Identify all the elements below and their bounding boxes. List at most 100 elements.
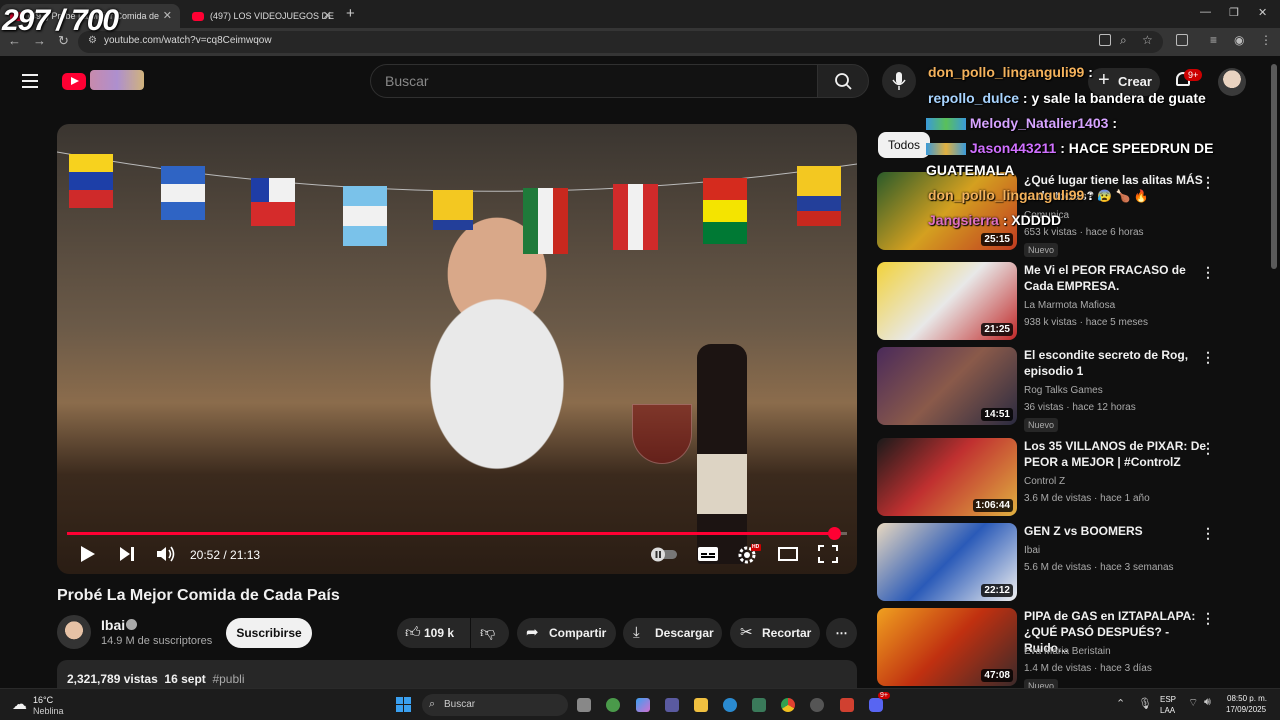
search-button[interactable] [817, 64, 869, 98]
language-code[interactable]: ESP [1160, 695, 1176, 704]
fullscreen-icon[interactable] [817, 544, 839, 564]
weather-icon[interactable]: ☁ [12, 695, 27, 713]
user-avatar[interactable] [1218, 68, 1246, 96]
speaker-icon[interactable]: 🔊︎ [1204, 696, 1211, 709]
youtube-logo-icon[interactable] [62, 73, 86, 90]
dislike-button[interactable]: 👎︎ [471, 618, 509, 648]
progress-bar[interactable] [67, 527, 847, 540]
next-icon[interactable] [117, 544, 137, 564]
video-thumbnail[interactable]: 21:25 [877, 262, 1017, 340]
zoom-icon[interactable]: ⌕ [1120, 33, 1127, 48]
recommended-channel[interactable]: Rog Talks Games [1024, 385, 1103, 396]
chip-all[interactable]: Todos [878, 132, 931, 158]
video-thumbnail[interactable]: 22:12 [877, 523, 1017, 601]
recommended-title[interactable]: Me Vi el PEOR FRACASO de Cada EMPRESA. [1024, 262, 1214, 294]
more-vertical-icon[interactable]: ⋮ [1201, 349, 1215, 366]
video-player[interactable]: 20:52 / 21:13 HD [57, 124, 857, 574]
chevron-up-icon[interactable]: ⌃ [1116, 697, 1125, 710]
recommended-video[interactable]: 14:51 El escondite secreto de Rog, episo… [877, 347, 1267, 432]
more-vertical-icon[interactable]: ⋮ [1201, 174, 1215, 191]
chat-badges-icon [926, 118, 966, 131]
close-window-icon[interactable]: ✕ [1258, 6, 1267, 19]
subtitles-icon[interactable] [697, 544, 719, 564]
clock-time[interactable]: 08:50 p. m. [1227, 694, 1267, 703]
recommended-video[interactable]: 22:12 GEN Z vs BOOMERS Ibai 5.6 M de vis… [877, 523, 1267, 603]
app-icon[interactable] [840, 698, 854, 712]
extensions-icon[interactable] [1176, 34, 1188, 46]
close-tab-icon[interactable]: ✕ [323, 9, 332, 22]
close-tab-icon[interactable]: ✕ [163, 9, 172, 22]
channel-name[interactable]: Ibai [101, 617, 125, 633]
weather-desc[interactable]: Neblina [33, 706, 64, 716]
more-menu-icon[interactable]: ⋮ [1260, 33, 1272, 47]
recommended-title[interactable]: Los 35 VILLANOS de PIXAR: De PEOR a MEJO… [1024, 438, 1214, 470]
share-button[interactable]: ➦ Compartir [517, 618, 616, 648]
recommended-title[interactable]: El escondite secreto de Rog, episodio 1 [1024, 347, 1214, 379]
clip-button[interactable]: ✂ Recortar [730, 618, 820, 648]
recommended-meta: 653 k vistas · hace 6 horas [1024, 227, 1144, 238]
more-vertical-icon[interactable]: ⋮ [1201, 264, 1215, 281]
more-vertical-icon[interactable]: ⋮ [1201, 525, 1215, 542]
video-thumbnail[interactable]: 14:51 [877, 347, 1017, 425]
flag-venezuela [69, 154, 113, 208]
recommended-channel[interactable]: Control Z [1024, 476, 1065, 487]
clock-date[interactable]: 17/09/2025 [1226, 705, 1266, 714]
recommended-meta: 5.6 M de vistas · hace 3 semanas [1024, 562, 1174, 573]
language-layout[interactable]: LAA [1160, 706, 1175, 715]
minimize-icon[interactable]: — [1200, 6, 1211, 18]
file-explorer-icon[interactable] [694, 698, 708, 712]
video-thumbnail[interactable]: 47:08 [877, 608, 1017, 686]
video-thumbnail[interactable]: 1:06:44 [877, 438, 1017, 516]
recommended-channel[interactable]: La Marmota Mafiosa [1024, 300, 1115, 311]
profile-icon[interactable]: ◉ [1234, 33, 1244, 47]
progress-scrubber[interactable] [827, 527, 841, 540]
recommended-title[interactable]: GEN Z vs BOOMERS [1024, 523, 1214, 539]
recommended-video[interactable]: 21:25 Me Vi el PEOR FRACASO de Cada EMPR… [877, 262, 1267, 342]
more-actions-button[interactable]: ⋯ [826, 618, 857, 648]
subscribe-button[interactable]: Suscribirse [226, 618, 312, 648]
app-icon[interactable] [752, 698, 766, 712]
recommended-channel[interactable]: Eva Maria Beristain [1024, 646, 1111, 657]
wifi-icon[interactable]: ⌔ [1188, 696, 1198, 710]
play-icon[interactable] [77, 544, 97, 564]
download-button[interactable]: ⤓ Descargar [623, 618, 722, 648]
logo-doodle-icon[interactable] [90, 70, 144, 90]
weather-temp[interactable]: 16°C [33, 695, 53, 705]
new-tab-button[interactable]: + [346, 5, 355, 22]
install-icon[interactable] [1099, 34, 1111, 46]
hashtag-link[interactable]: #publi [212, 672, 244, 686]
recommended-channel[interactable]: Ibai [1024, 545, 1040, 556]
search-input[interactable]: Buscar [370, 64, 818, 98]
store-icon[interactable] [665, 698, 679, 712]
windows-start-icon[interactable] [396, 697, 412, 713]
like-button[interactable]: 👍︎ 109 k [397, 618, 470, 648]
theater-mode-icon[interactable] [777, 544, 799, 564]
copilot-icon[interactable] [636, 698, 650, 712]
sidebar-scrollbar[interactable] [1271, 64, 1277, 269]
chrome-icon[interactable] [781, 698, 795, 712]
task-view-icon[interactable] [577, 698, 591, 712]
more-vertical-icon[interactable]: ⋮ [1201, 610, 1215, 627]
edge-icon[interactable] [723, 698, 737, 712]
channel-avatar[interactable] [57, 615, 91, 649]
reading-list-icon[interactable]: ≡ [1210, 33, 1217, 47]
bookmark-star-icon[interactable]: ☆ [1142, 33, 1153, 47]
autoplay-toggle-icon[interactable] [649, 544, 679, 564]
microphone-icon[interactable]: 🎙︎ [1138, 697, 1152, 710]
recommended-video[interactable]: 47:08 PIPA de GAS en IZTAPALAPA: ¿QUÉ PA… [877, 608, 1267, 693]
volume-icon[interactable] [155, 544, 177, 564]
chat-message: don_pollo_linganguli99 : [928, 187, 1093, 203]
more-vertical-icon[interactable]: ⋮ [1201, 440, 1215, 457]
maximize-icon[interactable]: ❐ [1229, 6, 1239, 19]
share-icon: ➦ [526, 624, 539, 641]
hamburger-menu-icon[interactable] [22, 74, 38, 92]
app-icon[interactable] [810, 698, 824, 712]
discord-icon[interactable] [869, 698, 883, 712]
recommended-video[interactable]: 1:06:44 Los 35 VILLANOS de PIXAR: De PEO… [877, 438, 1267, 518]
browser-tab[interactable]: (497) LOS VIDEOJUEGOS DE ✕ [182, 4, 340, 28]
voice-search-button[interactable] [882, 64, 916, 98]
taskbar-search-input[interactable]: Buscar [422, 694, 568, 716]
app-icon[interactable] [606, 698, 620, 712]
url-text[interactable]: youtube.com/watch?v=cq8Ceimwqow [104, 35, 272, 46]
video-thumbnail[interactable]: 25:15 [877, 172, 1017, 250]
